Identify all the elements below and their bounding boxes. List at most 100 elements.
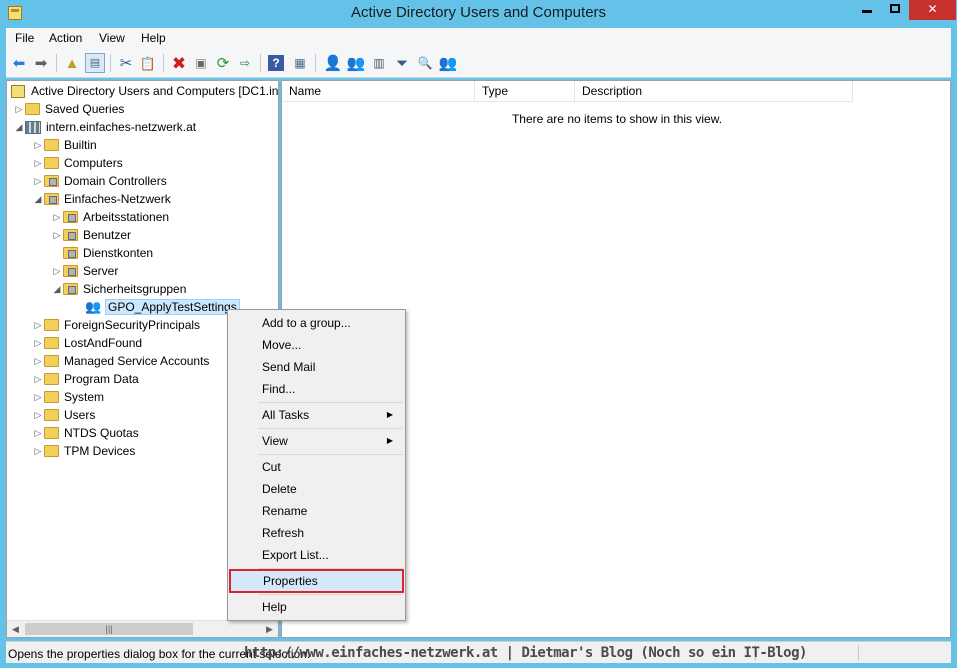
scroll-left-icon[interactable]: ◀ (7, 621, 24, 637)
collapse-arrow-icon[interactable]: ◢ (32, 194, 44, 205)
tree-item-sicherheitsgruppen[interactable]: ◢ Sicherheitsgruppen (51, 280, 187, 298)
tree-item-tpm-devices[interactable]: ▷ TPM Devices (32, 442, 136, 460)
find-icon[interactable]: 🔍 (415, 53, 435, 73)
scroll-right-icon[interactable]: ▶ (261, 621, 278, 637)
menu-item-export-list[interactable]: Export List... (230, 544, 403, 566)
folder-icon (44, 409, 59, 421)
folder-icon (44, 355, 59, 367)
export-icon[interactable]: ⇨ (235, 53, 255, 73)
tree-item-program-data[interactable]: ▷ Program Data (32, 370, 139, 388)
folder-icon (44, 157, 59, 169)
expand-arrow-icon[interactable]: ▷ (32, 392, 44, 403)
scroll-thumb[interactable]: ||| (25, 623, 193, 635)
tree-item-users[interactable]: ▷ Users (32, 406, 96, 424)
expand-arrow-icon[interactable]: ▷ (32, 320, 44, 331)
new-group-icon[interactable]: 👥 (346, 53, 366, 73)
tree-item-arbeitsstationen[interactable]: ▷ Arbeitsstationen (51, 208, 170, 226)
ou-folder-icon (63, 265, 78, 277)
menu-separator (258, 428, 403, 429)
tree-item-domain[interactable]: ◢ intern.einfaches-netzwerk.at (13, 118, 197, 136)
horizontal-scrollbar[interactable]: ◀ ||| ▶ (7, 620, 278, 637)
tree-item-server[interactable]: ▷ Server (51, 262, 119, 280)
column-header-description[interactable]: Description (575, 81, 853, 102)
expand-arrow-icon[interactable]: ▷ (51, 212, 63, 223)
tree-item-builtin[interactable]: ▷ Builtin (32, 136, 97, 154)
toolbar-separator (260, 54, 261, 72)
tree-item-system[interactable]: ▷ System (32, 388, 104, 406)
new-ou-icon[interactable]: ▥ (369, 53, 389, 73)
help-icon[interactable]: ? (268, 55, 284, 71)
tree-item-einfaches-netzwerk[interactable]: ◢ Einfaches-Netzwerk (32, 190, 171, 208)
filter-icon[interactable]: ⏷ (392, 53, 412, 73)
menu-item-find[interactable]: Find... (230, 378, 403, 400)
tree-item-domain-controllers[interactable]: ▷ Domain Controllers (32, 172, 167, 190)
menu-item-add-to-group[interactable]: Add to a group... (230, 312, 403, 334)
tree-item-foreign-security-principals[interactable]: ▷ ForeignSecurityPrincipals (32, 316, 201, 334)
menu-view[interactable]: View (99, 31, 125, 45)
expand-arrow-icon[interactable]: ▷ (51, 266, 63, 277)
toolbar-separator (163, 54, 164, 72)
tree-item-managed-service-accounts[interactable]: ▷ Managed Service Accounts (32, 352, 210, 370)
minimize-button[interactable] (853, 0, 881, 20)
column-header-type[interactable]: Type (475, 81, 575, 102)
paste-icon[interactable]: 📋 (138, 53, 158, 73)
expand-arrow-icon[interactable]: ▷ (32, 356, 44, 367)
menu-item-properties[interactable]: Properties (230, 570, 403, 592)
maximize-button[interactable] (881, 0, 909, 20)
menu-item-view[interactable]: View ▶ (230, 430, 403, 452)
menu-bar: File Action View Help (6, 28, 951, 48)
menu-item-send-mail[interactable]: Send Mail (230, 356, 403, 378)
properties-icon[interactable]: ▣ (191, 53, 211, 73)
expand-arrow-icon[interactable]: ▷ (32, 410, 44, 421)
add-to-group-icon[interactable]: 👥 (438, 53, 458, 73)
toolbar-separator (315, 54, 316, 72)
expand-arrow-icon[interactable]: ▷ (51, 230, 63, 241)
expand-arrow-icon[interactable]: ▷ (32, 140, 44, 151)
forward-icon[interactable]: ➡ (31, 53, 51, 73)
tree-item-root[interactable]: Active Directory Users and Computers [DC… (11, 82, 278, 100)
tree-item-saved-queries[interactable]: ▷ Saved Queries (13, 100, 125, 118)
column-header-name[interactable]: Name (282, 81, 475, 102)
new-user-icon[interactable]: 👤 (323, 53, 343, 73)
tree-item-benutzer[interactable]: ▷ Benutzer (51, 226, 132, 244)
up-folder-icon[interactable]: ▲ (62, 53, 82, 73)
close-button[interactable]: ✕ (909, 0, 956, 20)
menu-help[interactable]: Help (141, 31, 166, 45)
menu-item-move[interactable]: Move... (230, 334, 403, 356)
menu-item-refresh[interactable]: Refresh (230, 522, 403, 544)
expand-arrow-icon[interactable]: ▷ (32, 374, 44, 385)
tree-item-gpo-applytestsettings[interactable]: 👥 GPO_ApplyTestSettings (85, 298, 240, 316)
domain-icon (25, 120, 41, 134)
refresh-icon[interactable]: ⟳ (213, 53, 233, 73)
console-view-icon[interactable]: ▦ (290, 53, 310, 73)
tree-item-computers[interactable]: ▷ Computers (32, 154, 123, 172)
ou-folder-icon (63, 211, 78, 223)
expand-arrow-icon[interactable]: ▷ (32, 176, 44, 187)
menu-item-delete[interactable]: Delete (230, 478, 403, 500)
show-hide-tree-icon[interactable]: ▤ (85, 53, 105, 73)
expand-arrow-icon[interactable]: ▷ (13, 104, 25, 115)
menu-item-rename[interactable]: Rename (230, 500, 403, 522)
submenu-arrow-icon: ▶ (386, 410, 393, 419)
tree-item-ntds-quotas[interactable]: ▷ NTDS Quotas (32, 424, 139, 442)
tree-item-lostandfound[interactable]: ▷ LostAndFound (32, 334, 143, 352)
collapse-arrow-icon[interactable]: ◢ (13, 122, 25, 133)
watermark-text: http://www.einfaches-netzwerk.at | Dietm… (244, 645, 807, 661)
expand-arrow-icon[interactable]: ▷ (32, 158, 44, 169)
cut-icon[interactable]: ✂ (116, 53, 136, 73)
menu-item-all-tasks[interactable]: All Tasks ▶ (230, 404, 403, 426)
tree-item-dienstkonten[interactable]: Dienstkonten (51, 244, 153, 262)
status-separator (858, 645, 859, 661)
menu-item-cut[interactable]: Cut (230, 456, 403, 478)
menu-action[interactable]: Action (49, 31, 82, 45)
menu-file[interactable]: File (15, 31, 34, 45)
app-window: Active Directory Users and Computers ✕ F… (0, 0, 957, 668)
delete-icon[interactable]: ✖ (169, 53, 189, 73)
expand-arrow-icon[interactable]: ▷ (32, 446, 44, 457)
menu-separator (258, 594, 403, 595)
expand-arrow-icon[interactable]: ▷ (32, 428, 44, 439)
back-icon[interactable]: ⬅ (9, 53, 29, 73)
collapse-arrow-icon[interactable]: ◢ (51, 284, 63, 295)
expand-arrow-icon[interactable]: ▷ (32, 338, 44, 349)
menu-item-help[interactable]: Help (230, 596, 403, 618)
